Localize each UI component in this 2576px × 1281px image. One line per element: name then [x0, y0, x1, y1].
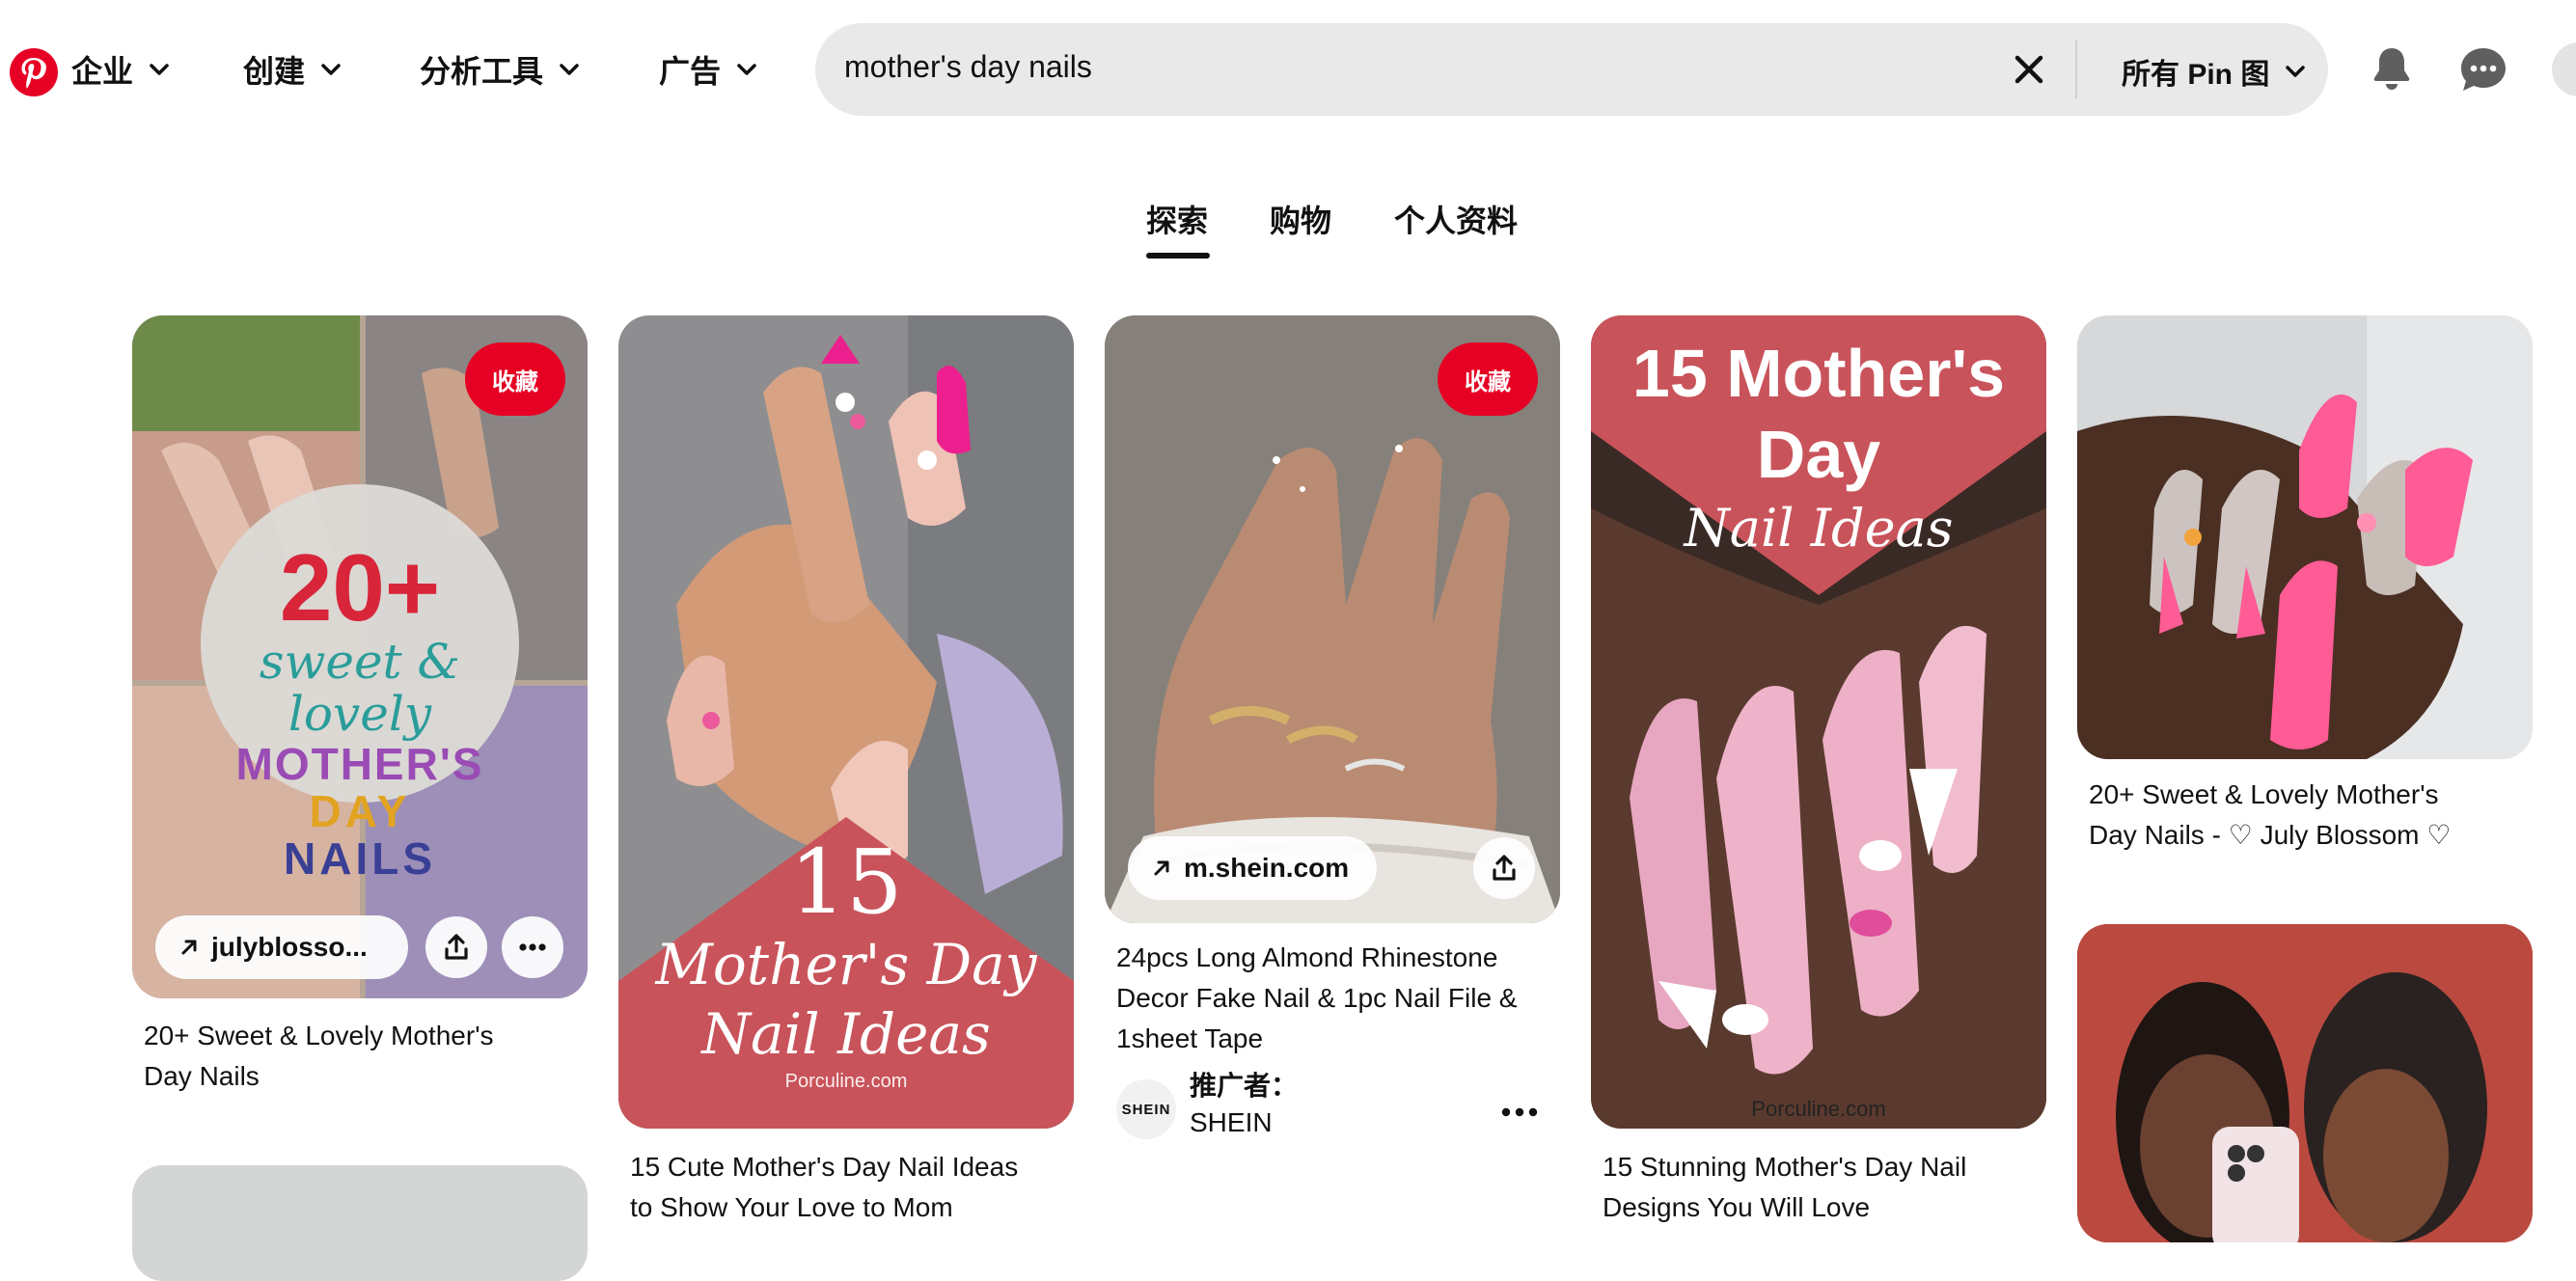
promoted-by[interactable]: 推广者： SHEIN: [1190, 1068, 1298, 1141]
search-bar[interactable]: mother's day nails 所有 Pin 图: [815, 23, 2328, 116]
pin-overlay-text: 15 Mother's Day: [1631, 336, 2006, 492]
chevron-down-icon: [318, 57, 343, 82]
arrow-up-right-icon: [181, 940, 197, 955]
share-icon: [1493, 855, 1516, 881]
bell-icon[interactable]: [2365, 42, 2419, 96]
pin-image[interactable]: 15 Mother's Day Nail Ideas Porculine.com: [618, 315, 1074, 1129]
pin-title[interactable]: 24pcs Long Almond Rhinestone Decor Fake …: [1116, 938, 1552, 1059]
chevron-down-icon: [557, 57, 582, 82]
nav-analytics[interactable]: 分析工具: [420, 43, 582, 95]
tab-explore[interactable]: 探索: [1146, 197, 1208, 241]
pin-title-line: 15 Cute Mother's Day Nail Ideas: [630, 1152, 1019, 1182]
pin-title[interactable]: 15 Stunning Mother's Day Nail Designs Yo…: [1603, 1147, 2037, 1228]
more-options-button[interactable]: [502, 916, 563, 978]
nav-analytics-label: 分析工具: [420, 54, 544, 89]
pin-card[interactable]: 15 Mother's Day Nail Ideas Porculine.com…: [618, 315, 1074, 1222]
nav-create-label: 创建: [243, 54, 306, 89]
pin-overlay-number: 20+: [279, 534, 441, 640]
pin-link-chip[interactable]: m.shein.com: [1128, 836, 1377, 900]
pin-overlay-text: MOTHER'S: [235, 739, 484, 789]
pin-overlay-script: sweet & lovely: [259, 634, 461, 742]
save-button[interactable]: 收藏: [1438, 342, 1538, 416]
pin-title[interactable]: 15 Cute Mother's Day Nail Ideas to Show …: [630, 1147, 1064, 1228]
pin-title-line: Day Nails: [144, 1061, 260, 1091]
pin-title-line: 20+ Sweet & Lovely Mother's: [144, 1021, 494, 1050]
close-icon[interactable]: [2012, 52, 2046, 87]
pin-title-line: 24pcs Long Almond Rhinestone: [1116, 942, 1498, 972]
pin-domain: m.shein.com: [1184, 853, 1350, 883]
pin-title-line: to Show Your Love to Mom: [630, 1192, 953, 1222]
pin-overlay-number: 15: [789, 831, 903, 934]
pin-overlay-credit: Porculine.com: [1751, 1097, 1886, 1121]
search-filter-label: 所有 Pin 图: [2122, 59, 2270, 91]
more-icon[interactable]: [1500, 1103, 1539, 1122]
promoted-pin-card[interactable]: 收藏 m.shein.com 24pcs Long Almond Rhinest…: [1105, 315, 1560, 1164]
pin-link-chip[interactable]: julyblosso...: [155, 915, 408, 979]
search-filter-dropdown[interactable]: 所有 Pin 图: [2122, 50, 2308, 93]
pin-image[interactable]: 15 Mother's Day Nail Ideas Porculine.com: [1591, 315, 2046, 1129]
tab-shopping[interactable]: 购物: [1270, 197, 1331, 241]
pinterest-logo-icon[interactable]: [10, 48, 58, 96]
avatar[interactable]: [2552, 42, 2576, 96]
pin-overlay-text: DAY: [309, 786, 411, 836]
chevron-down-icon: [734, 57, 759, 82]
search-input[interactable]: mother's day nails: [844, 49, 1092, 85]
advertiser-name: SHEIN: [1190, 1107, 1273, 1137]
share-button[interactable]: [425, 916, 487, 978]
chat-icon[interactable]: [2456, 42, 2510, 96]
pin-title-line: 1sheet Tape: [1116, 1023, 1264, 1053]
tab-profiles[interactable]: 个人资料: [1394, 197, 1518, 241]
more-icon: [519, 943, 546, 951]
nav-ads[interactable]: 广告: [659, 43, 759, 95]
pin-image[interactable]: [2077, 315, 2533, 759]
search-tabs: 探索 购物 个人资料: [0, 172, 2576, 264]
pin-title[interactable]: 20+ Sweet & Lovely Mother's Day Nails: [144, 1016, 578, 1097]
pin-card[interactable]: 15 Mother's Day Nail Ideas Porculine.com…: [1591, 315, 2046, 1222]
chevron-down-icon: [2283, 59, 2308, 84]
pin-title-line: 15 Stunning Mother's Day Nail: [1603, 1152, 1967, 1182]
pin-image[interactable]: 20+ sweet & lovely MOTHER'S DAY NAILS 收藏…: [132, 315, 588, 998]
search-divider: [2075, 41, 2077, 98]
nav-business-label: 企业: [71, 54, 134, 89]
share-button[interactable]: [1473, 837, 1535, 899]
advertiser-logo[interactable]: SHEIN: [1116, 1079, 1176, 1139]
top-navigation-bar: 企业 创建 分析工具 广告 mother's day nails 所有 Pin …: [0, 0, 2576, 143]
promoted-label: 推广者：: [1190, 1071, 1299, 1101]
pin-card[interactable]: 20+ Sweet & Lovely Mother's Day Nails - …: [2077, 315, 2533, 875]
nav-business[interactable]: 企业: [71, 43, 172, 95]
pin-image[interactable]: 收藏 m.shein.com: [1105, 315, 1560, 923]
pin-card[interactable]: 20+ sweet & lovely MOTHER'S DAY NAILS 收藏…: [132, 315, 588, 1135]
pin-title[interactable]: 20+ Sweet & Lovely Mother's Day Nails - …: [2089, 775, 2523, 856]
pin-title-line: 20+ Sweet & Lovely Mother's: [2089, 779, 2439, 809]
pin-overlay-text: Nail Ideas: [1684, 498, 1954, 559]
nav-create[interactable]: 创建: [243, 43, 343, 95]
pin-title-line: Decor Fake Nail & 1pc Nail File &: [1116, 983, 1518, 1013]
pin-overlay-text: NAILS: [284, 833, 436, 884]
pin-image[interactable]: [2077, 924, 2533, 1242]
nav-ads-label: 广告: [659, 54, 722, 89]
pin-title-line: Day Nails - ♡ July Blossom ♡: [2089, 820, 2452, 850]
pin-title-line: Designs You Will Love: [1603, 1192, 1871, 1222]
save-button[interactable]: 收藏: [465, 342, 565, 416]
pin-overlay-credit: Porculine.com: [784, 1071, 908, 1092]
pin-image[interactable]: [132, 1165, 588, 1281]
pin-overlay-text: Mother's Day: [655, 932, 1037, 997]
arrow-up-right-icon: [1154, 860, 1169, 876]
active-tab-indicator: [1146, 253, 1210, 259]
pin-overlay-text: Nail Ideas: [701, 1001, 991, 1067]
chevron-down-icon: [147, 57, 172, 82]
share-icon: [445, 934, 468, 960]
pin-domain: julyblosso...: [211, 932, 368, 962]
